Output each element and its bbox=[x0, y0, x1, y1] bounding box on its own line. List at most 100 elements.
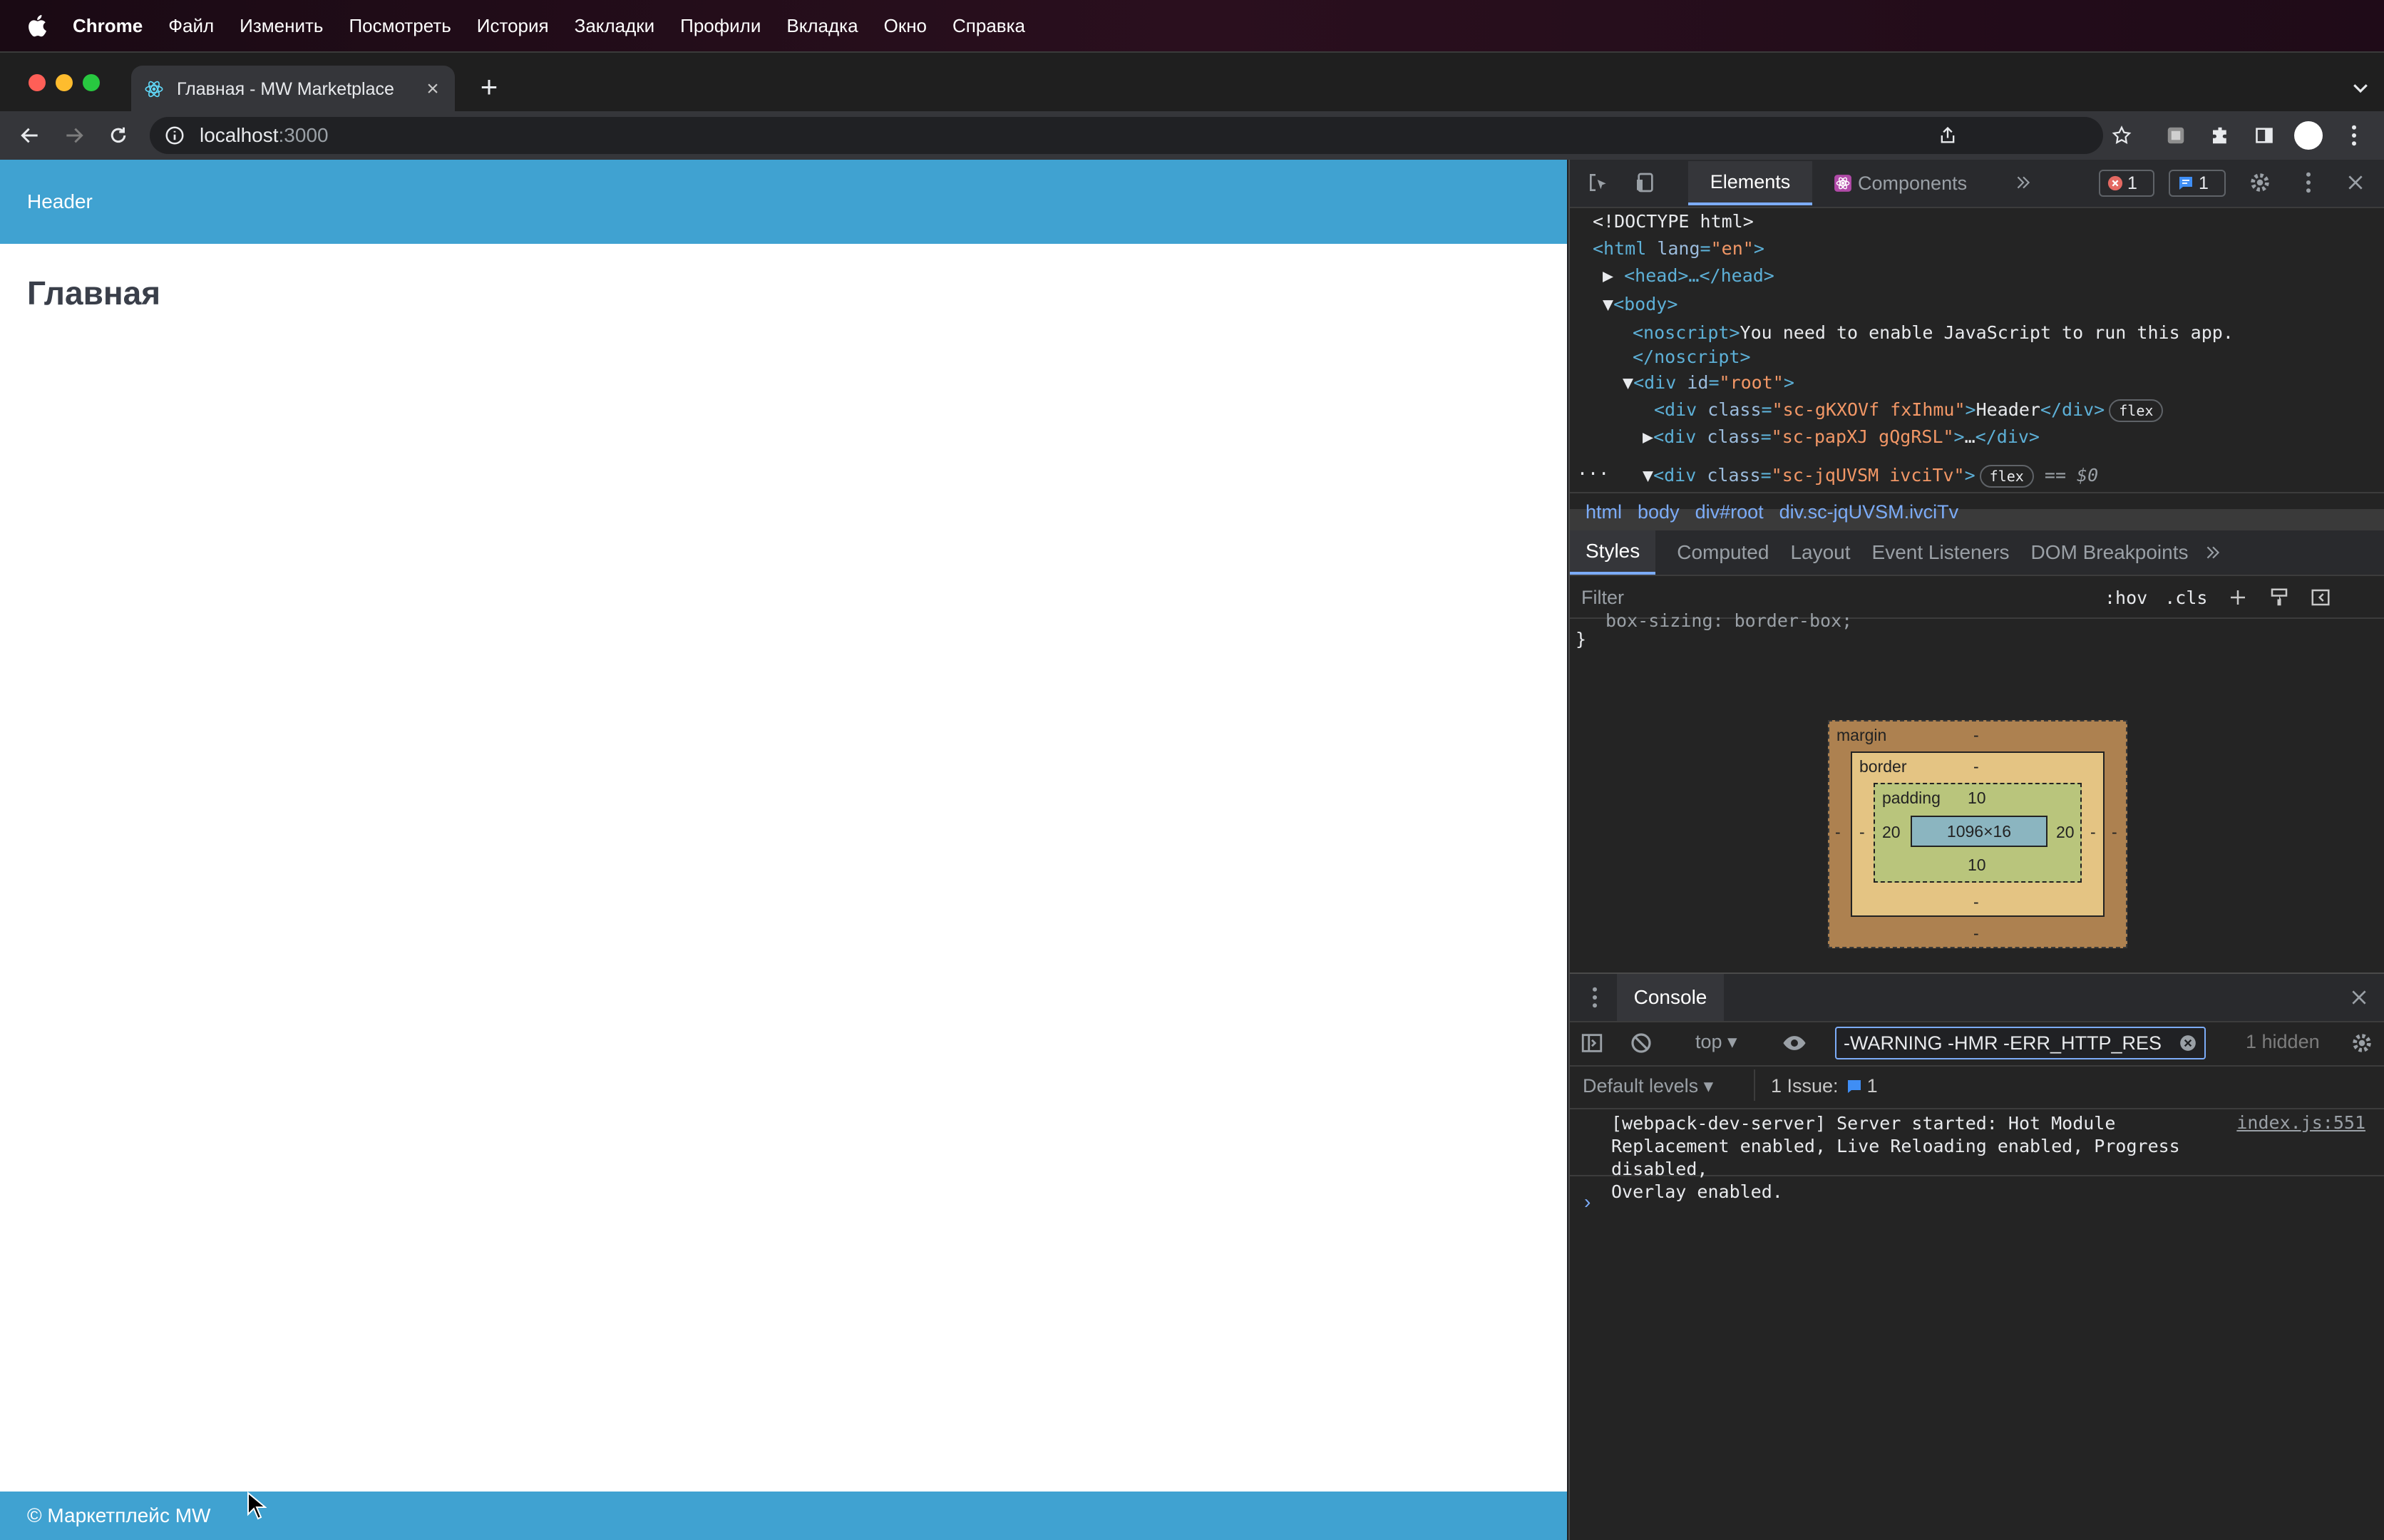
dom-node-body[interactable]: ▼<body> bbox=[1603, 294, 1677, 314]
margin-top-value[interactable]: - bbox=[1973, 726, 1979, 745]
breadcrumb-root[interactable]: div#root bbox=[1695, 501, 1764, 523]
tab-close-icon[interactable]: × bbox=[421, 77, 445, 101]
flex-badge[interactable]: flex bbox=[2109, 399, 2164, 422]
padding-top-value[interactable]: 10 bbox=[1968, 789, 1986, 808]
extension-button[interactable] bbox=[2162, 121, 2190, 150]
menu-edit[interactable]: Изменить bbox=[240, 15, 323, 37]
console-settings-gear-icon[interactable] bbox=[2350, 1031, 2374, 1055]
eye-icon[interactable] bbox=[1781, 1031, 1808, 1055]
back-button[interactable] bbox=[16, 121, 44, 150]
border-left-value[interactable]: - bbox=[1859, 823, 1865, 842]
tab-components[interactable]: Components bbox=[1834, 160, 1967, 207]
reload-button[interactable] bbox=[104, 121, 133, 150]
console-filter-input[interactable]: -WARNING -HMR -ERR_HTTP_RES bbox=[1835, 1027, 2206, 1059]
sidebar-toggle-icon[interactable] bbox=[1580, 1031, 1604, 1055]
padding-right-value[interactable]: 20 bbox=[2056, 823, 2075, 842]
dom-node-root[interactable]: ▼<div id="root"> bbox=[1623, 372, 1794, 393]
tab-computed[interactable]: Computed bbox=[1677, 541, 1769, 564]
margin-bottom-value[interactable]: - bbox=[1973, 924, 1979, 943]
address-bar[interactable]: localhost:3000 bbox=[150, 117, 2103, 154]
tab-console[interactable]: Console bbox=[1617, 974, 1724, 1021]
margin-left-value[interactable]: - bbox=[1835, 823, 1841, 842]
tab-event-listeners[interactable]: Event Listeners bbox=[1872, 541, 2010, 564]
context-selector[interactable]: top ▾ bbox=[1695, 1031, 1737, 1053]
device-toolbar-button[interactable] bbox=[1631, 168, 1660, 197]
window-maximize-button[interactable] bbox=[83, 74, 100, 91]
menu-bookmarks[interactable]: Закладки bbox=[575, 15, 655, 37]
menu-app-chrome[interactable]: Chrome bbox=[73, 15, 143, 37]
share-button[interactable] bbox=[1933, 121, 1962, 150]
tab-dom-breakpoints[interactable]: DOM Breakpoints bbox=[2031, 541, 2189, 564]
menu-window[interactable]: Окно bbox=[884, 15, 927, 37]
bookmark-star-button[interactable] bbox=[2107, 121, 2136, 150]
cls-toggle[interactable]: .cls bbox=[2164, 587, 2207, 608]
tab-elements[interactable]: Elements bbox=[1688, 161, 1812, 205]
dom-node-head[interactable]: ▶ <head>…</head> bbox=[1603, 265, 1774, 286]
menu-profiles[interactable]: Профили bbox=[680, 15, 761, 37]
css-declaration[interactable]: box-sizing: border-box; bbox=[1605, 610, 1852, 631]
messages-badge[interactable]: 1 bbox=[2169, 170, 2226, 197]
dom-node-noscript[interactable]: <noscript>You need to enable JavaScript … bbox=[1633, 322, 2234, 343]
forward-button[interactable] bbox=[60, 121, 88, 150]
close-drawer-icon[interactable] bbox=[2350, 988, 2368, 1007]
border-right-value[interactable]: - bbox=[2090, 823, 2096, 842]
chrome-menu-button[interactable] bbox=[2340, 121, 2368, 150]
browser-tab-active[interactable]: Главная - MW Marketplace × bbox=[131, 66, 455, 113]
console-prompt[interactable]: › bbox=[1584, 1191, 1591, 1213]
window-close-button[interactable] bbox=[29, 74, 46, 91]
new-tab-button[interactable]: + bbox=[475, 72, 503, 103]
paint-roller-icon[interactable] bbox=[2269, 587, 2290, 608]
menu-history[interactable]: История bbox=[477, 15, 549, 37]
new-style-rule-icon[interactable] bbox=[2227, 587, 2249, 608]
box-model-margin[interactable]: margin - - - - border - - - - padding 10… bbox=[1828, 720, 2127, 948]
side-panel-button[interactable] bbox=[2250, 121, 2278, 150]
dom-node-header-div[interactable]: <div class="sc-gKXOVf fxIhmu">Header</di… bbox=[1654, 399, 2164, 422]
padding-bottom-value[interactable]: 10 bbox=[1968, 856, 1986, 875]
clear-filter-icon[interactable] bbox=[2179, 1034, 2197, 1052]
site-info-icon[interactable] bbox=[164, 125, 185, 146]
box-model-content[interactable]: 1096×16 bbox=[1911, 816, 2048, 847]
profile-avatar-button[interactable] bbox=[2294, 121, 2323, 150]
log-levels-dropdown[interactable]: Default levels ▾ bbox=[1583, 1075, 1713, 1097]
more-tabs-button[interactable] bbox=[2009, 168, 2038, 197]
border-top-value[interactable]: - bbox=[1973, 757, 1979, 776]
drawer-menu-icon[interactable] bbox=[1591, 987, 1598, 1008]
margin-right-value[interactable]: - bbox=[2112, 823, 2117, 842]
menu-help[interactable]: Справка bbox=[952, 15, 1025, 37]
border-bottom-value[interactable]: - bbox=[1973, 893, 1979, 912]
box-model-border[interactable]: border - - - - padding 10 20 20 10 1096×… bbox=[1851, 751, 2105, 917]
hov-toggle[interactable]: :hov bbox=[2105, 587, 2147, 608]
errors-badge[interactable]: 1 bbox=[2099, 170, 2154, 197]
dom-node-selected-div[interactable]: ▼<div class="sc-jqUVSM ivciTv"> flex == $… bbox=[1643, 465, 2098, 488]
extensions-menu-button[interactable] bbox=[2206, 121, 2234, 150]
devtools-menu-button[interactable] bbox=[2294, 168, 2323, 197]
menu-tab[interactable]: Вкладка bbox=[786, 15, 858, 37]
window-minimize-button[interactable] bbox=[56, 74, 73, 91]
issues-link[interactable]: 1 Issue: 1 bbox=[1771, 1075, 1878, 1097]
breadcrumb-body[interactable]: body bbox=[1638, 501, 1680, 523]
dom-more-actions[interactable]: ··· bbox=[1577, 463, 1609, 484]
dom-node-doctype[interactable]: <!DOCTYPE html> bbox=[1593, 211, 1754, 232]
apple-logo-icon[interactable] bbox=[26, 13, 51, 38]
tab-layout[interactable]: Layout bbox=[1790, 541, 1850, 564]
dom-node-html[interactable]: <html lang="en"> bbox=[1593, 238, 1764, 259]
dom-node-noscript-close[interactable]: </noscript> bbox=[1633, 346, 1751, 367]
breadcrumb-selected[interactable]: div.sc-jqUVSM.ivciTv bbox=[1779, 501, 1959, 523]
dom-node-main-div[interactable]: ▶<div class="sc-papXJ gQgRSL">…</div> bbox=[1643, 426, 2040, 447]
tab-search-chevron-icon[interactable] bbox=[2350, 77, 2371, 98]
devtools-settings-button[interactable] bbox=[2246, 168, 2274, 197]
toggle-sidebar-icon[interactable] bbox=[2310, 587, 2331, 608]
menu-view[interactable]: Посмотреть bbox=[349, 15, 451, 37]
tab-styles[interactable]: Styles bbox=[1570, 530, 1656, 575]
flex-badge-selected[interactable]: flex bbox=[1979, 465, 2034, 488]
more-subtabs-icon[interactable] bbox=[2204, 543, 2222, 562]
inspect-element-button[interactable] bbox=[1584, 168, 1613, 197]
menu-file[interactable]: Файл bbox=[168, 15, 214, 37]
padding-left-value[interactable]: 20 bbox=[1882, 823, 1901, 842]
console-message-source-link[interactable]: index.js:551 bbox=[2236, 1112, 2365, 1133]
breadcrumb-html[interactable]: html bbox=[1586, 501, 1622, 523]
clear-console-icon[interactable] bbox=[1630, 1032, 1653, 1054]
box-model-padding[interactable]: padding 10 20 20 10 1096×16 bbox=[1874, 783, 2082, 883]
styles-filter-input[interactable]: Filter bbox=[1581, 587, 2087, 609]
devtools-close-button[interactable] bbox=[2341, 168, 2370, 197]
